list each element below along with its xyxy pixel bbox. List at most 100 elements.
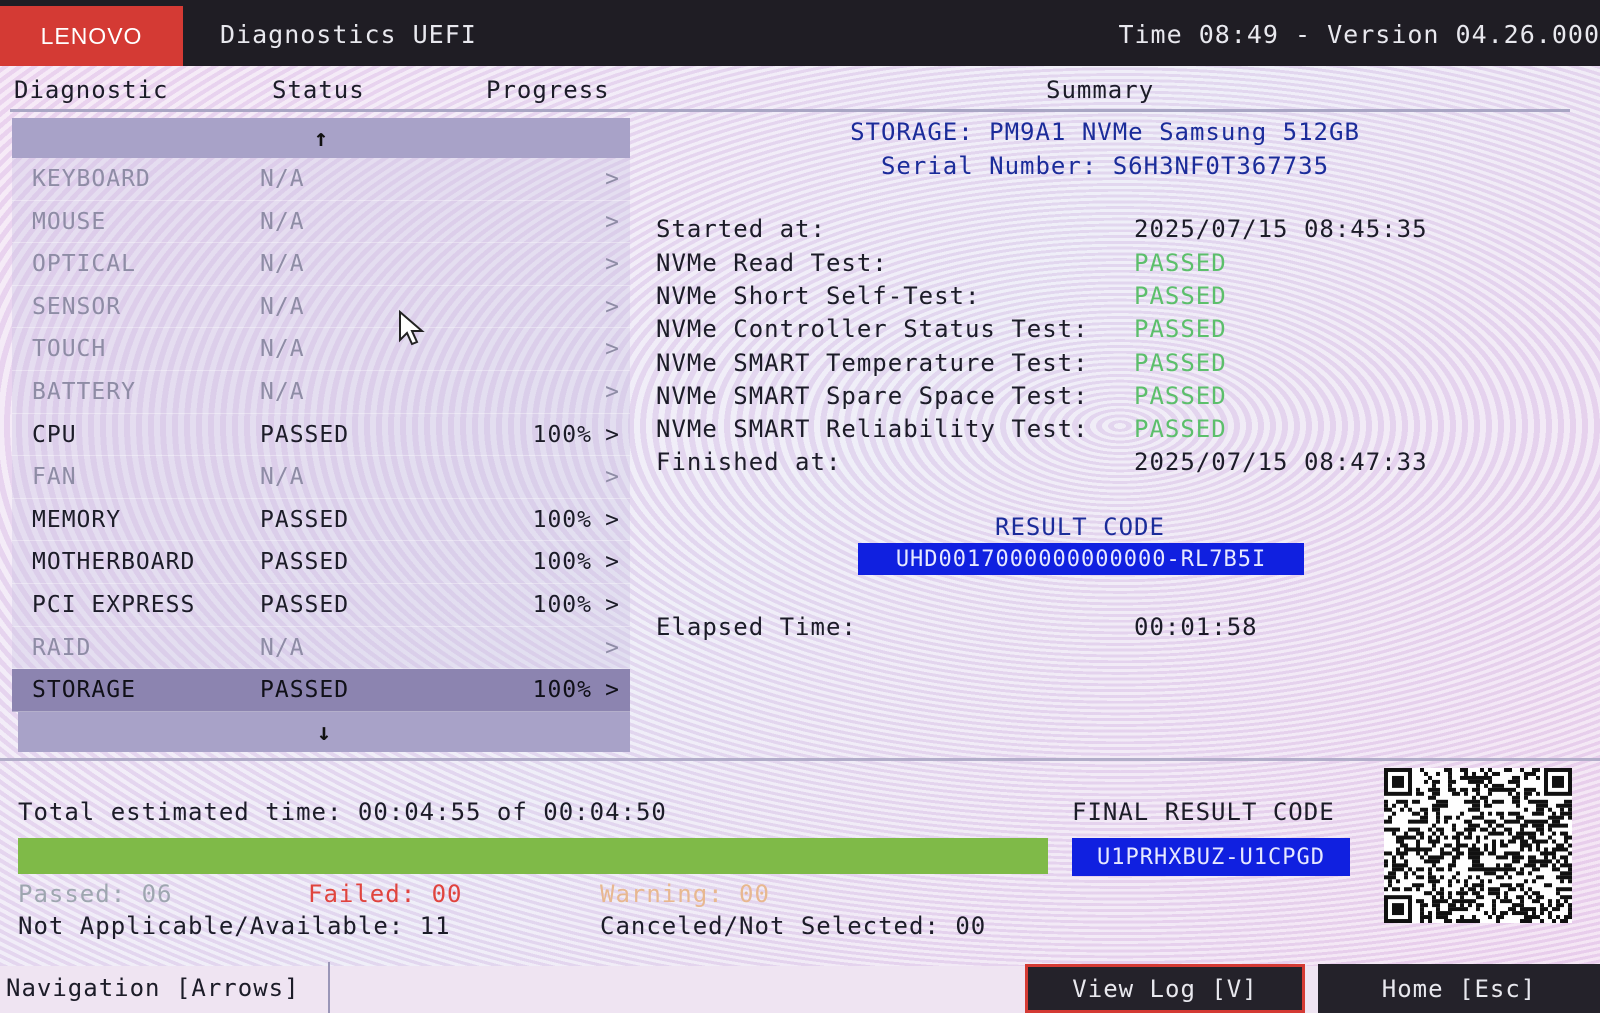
item-status: N/A — [260, 378, 305, 405]
item-name: SENSOR — [32, 293, 122, 320]
canceled-count: Canceled/Not Selected: 00 — [600, 912, 987, 940]
arrow-up-icon: ↑ — [313, 124, 329, 152]
item-name: MOTHERBOARD — [32, 549, 196, 576]
elapsed-label: Elapsed Time: — [656, 613, 857, 641]
test-label: NVMe SMART Temperature Test: — [656, 348, 1089, 377]
list-item-pci-express[interactable]: PCI EXPRESS PASSED 100% > — [12, 583, 630, 627]
chevron-right-icon: > — [605, 421, 620, 448]
item-name: FAN — [32, 464, 77, 491]
serial-number: Serial Number: S6H3NF0T367735 — [880, 152, 1330, 180]
test-result: PASSED — [1134, 315, 1227, 344]
header-status: Status — [272, 76, 365, 104]
navigation-hint: Navigation [Arrows] — [0, 962, 330, 1013]
title-bar: LENOVO Diagnostics UEFI Time 08:49 - Ver… — [0, 0, 1600, 66]
header-summary: Summary — [1046, 76, 1155, 104]
list-item-fan[interactable]: FAN N/A > — [12, 456, 630, 499]
list-item-motherboard[interactable]: MOTHERBOARD PASSED 100% > — [12, 541, 630, 584]
chevron-right-icon: > — [605, 166, 620, 192]
chevron-right-icon: > — [605, 378, 620, 405]
test-result: PASSED — [1134, 249, 1227, 277]
item-status: N/A — [260, 251, 305, 278]
item-name: PCI EXPRESS — [32, 591, 196, 618]
qr-code — [1384, 768, 1572, 923]
item-name: OPTICAL — [32, 251, 136, 278]
header-diagnostic: Diagnostic — [14, 76, 169, 104]
item-progress: 100% — [532, 591, 592, 618]
final-result-label: FINAL RESULT CODE — [1072, 798, 1335, 826]
item-name: BATTERY — [32, 378, 136, 405]
not-applicable-count: Not Applicable/Available: 11 — [18, 912, 451, 940]
chevron-right-icon: > — [605, 549, 620, 576]
chevron-right-icon: > — [605, 251, 620, 278]
device-title: STORAGE: PM9A1 NVMe Samsung 512GB — [850, 118, 1360, 146]
test-label: NVMe SMART Spare Space Test: — [656, 381, 1089, 410]
chevron-right-icon: > — [605, 336, 620, 363]
final-result-code: U1PRHXBUZ-U1CPGD — [1072, 838, 1350, 876]
item-status: N/A — [260, 166, 305, 192]
chevron-right-icon: > — [605, 634, 620, 661]
item-progress: 100% — [532, 549, 592, 576]
total-estimated-time: Total estimated time: 00:04:55 of 00:04:… — [18, 798, 667, 826]
test-label: NVMe Read Test: — [656, 249, 888, 277]
item-status: PASSED — [260, 677, 350, 704]
chevron-right-icon: > — [605, 677, 620, 704]
home-button[interactable]: Home [Esc] — [1318, 964, 1600, 1013]
item-name: MOUSE — [32, 208, 107, 235]
item-status: PASSED — [260, 549, 350, 576]
chevron-right-icon: > — [605, 591, 620, 618]
test-label: NVMe Short Self-Test: — [656, 282, 981, 311]
header-progress: Progress — [486, 76, 610, 104]
test-result: PASSED — [1134, 348, 1227, 377]
item-name: RAID — [32, 634, 92, 661]
view-log-button[interactable]: View Log [V] — [1025, 964, 1305, 1013]
test-result: PASSED — [1134, 381, 1227, 410]
list-item-raid[interactable]: RAID N/A > — [12, 626, 630, 670]
footer-bar: Navigation [Arrows] View Log [V] Home [E… — [0, 962, 1600, 1013]
passed-count: Passed: 06 — [18, 880, 173, 908]
started-value: 2025/07/15 08:45:35 — [1134, 215, 1428, 243]
item-progress: 100% — [532, 421, 592, 448]
test-result: PASSED — [1134, 282, 1227, 311]
item-name: TOUCH — [32, 336, 107, 363]
column-headers: Diagnostic Status Progress Summary — [0, 72, 1570, 112]
item-status: N/A — [260, 464, 305, 491]
item-status: N/A — [260, 293, 305, 320]
chevron-right-icon: > — [605, 208, 620, 235]
scroll-up-button[interactable]: ↑ — [12, 118, 630, 158]
warning-count: Warning: 00 — [600, 880, 770, 908]
chevron-right-icon: > — [605, 506, 620, 533]
list-item-keyboard[interactable]: KEYBOARD N/A > — [12, 158, 630, 201]
list-item-optical[interactable]: OPTICAL N/A > — [12, 243, 630, 286]
test-result: PASSED — [1134, 415, 1227, 443]
test-label: NVMe Controller Status Test: — [656, 315, 1089, 344]
app-title: Diagnostics UEFI — [220, 20, 477, 49]
scroll-down-button[interactable]: ↓ — [18, 711, 630, 752]
item-name: KEYBOARD — [32, 166, 151, 192]
list-item-storage[interactable]: STORAGE PASSED 100% > — [12, 669, 630, 712]
overall-status-panel: Total estimated time: 00:04:55 of 00:04:… — [0, 762, 1600, 962]
diagnostic-list: ↑ KEYBOARD N/A > MOUSE N/A > OPTICAL N/A > SENSOR… — [12, 118, 630, 752]
time-version: Time 08:49 - Version 04.26.000 — [1118, 20, 1600, 49]
item-name: MEMORY — [32, 506, 122, 533]
brand-logo: LENOVO — [0, 6, 183, 66]
summary-panel: STORAGE: PM9A1 NVMe Samsung 512GB Serial… — [640, 115, 1570, 641]
list-item-sensor[interactable]: SENSOR N/A > — [12, 285, 630, 329]
list-item-cpu[interactable]: CPU PASSED 100% > — [12, 413, 630, 457]
item-progress: 100% — [532, 677, 592, 704]
item-status: N/A — [260, 634, 305, 661]
item-status: PASSED — [260, 421, 350, 448]
finished-label: Finished at: — [656, 448, 842, 476]
mouse-cursor-icon — [399, 310, 425, 346]
item-status: N/A — [260, 336, 305, 363]
overall-progress-fill — [18, 838, 1048, 874]
failed-count: Failed: 00 — [308, 880, 463, 908]
result-code-box: UHD0017000000000000-RL7B5I — [858, 543, 1304, 575]
section-divider — [0, 758, 1600, 761]
item-status: N/A — [260, 208, 305, 235]
list-item-mouse[interactable]: MOUSE N/A > — [12, 200, 630, 244]
list-item-battery[interactable]: BATTERY N/A > — [12, 370, 630, 414]
list-item-memory[interactable]: MEMORY PASSED 100% > — [12, 498, 630, 542]
list-item-touch[interactable]: TOUCH N/A > — [12, 328, 630, 371]
result-code-label: RESULT CODE — [995, 513, 1165, 541]
started-label: Started at: — [656, 215, 826, 243]
